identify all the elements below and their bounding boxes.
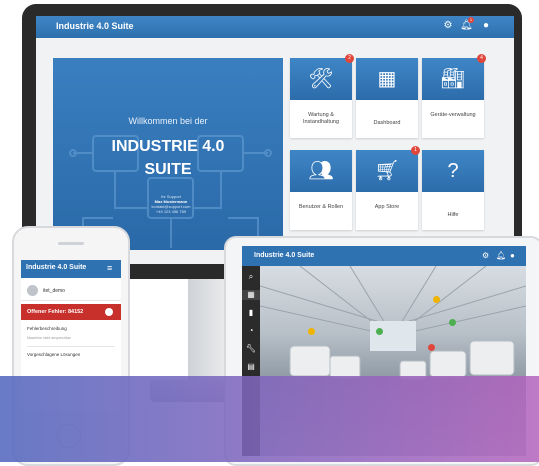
gear-icon[interactable]: ⚙: [482, 251, 489, 260]
status-marker[interactable]: [428, 344, 435, 351]
app-title: Industrie 4.0 Suite: [56, 21, 134, 31]
welcome-subtitle: Willkommen bei der: [128, 116, 208, 126]
tile-badge: 2: [345, 54, 354, 63]
users-icon: 👥︎: [308, 160, 334, 182]
grid-icon: ▦: [377, 68, 397, 90]
notification-badge: 1: [468, 17, 474, 23]
list-item-title[interactable]: Vorgeschlagene Lösungen: [27, 352, 117, 357]
username: itet_demo: [43, 288, 65, 294]
tile-label: Hilfe: [447, 212, 459, 218]
tile-label: App Store: [374, 204, 400, 210]
factory-icon: 🏭︎: [440, 68, 466, 90]
tile-label: Wartung & Instandhaltung: [302, 112, 340, 125]
bell-icon[interactable]: 🔔︎: [496, 251, 506, 260]
divider: [27, 346, 115, 347]
user-icon[interactable]: ●: [510, 251, 515, 260]
tile-label: Benutzer & Rollen: [298, 204, 344, 210]
tile-label: Dashboard: [373, 120, 401, 126]
document-icon[interactable]: ▤: [242, 362, 260, 372]
status-marker[interactable]: [433, 296, 440, 303]
list-item-title[interactable]: Fehlerbeschreibung: [27, 326, 117, 331]
welcome-panel: Willkommen bei der INDUSTRIE 4.0 SUITE I…: [53, 58, 283, 250]
tile-users[interactable]: 👥︎ Benutzer & Rollen: [290, 150, 352, 230]
tile-label: Geräte-verwaltung: [430, 112, 476, 118]
chart-icon[interactable]: ▮: [242, 308, 260, 318]
status-marker[interactable]: [308, 328, 315, 335]
tile-maintenance[interactable]: 🛠︎ Wartung & Instandhaltung 2: [290, 54, 354, 138]
gradient-overlay: [0, 376, 539, 462]
phone-header: Industrie 4.0 Suite ≡: [21, 260, 121, 278]
phone-user-row[interactable]: itet_demo: [21, 282, 121, 301]
phone-app-title: Industrie 4.0 Suite: [26, 264, 87, 271]
user-icon[interactable]: ●: [480, 20, 492, 32]
tile-appstore[interactable]: 🛒︎ App Store 1: [356, 146, 420, 230]
wrench-icon[interactable]: 🔧︎: [242, 344, 260, 354]
avatar: [27, 285, 38, 296]
help-icon: ?: [447, 160, 459, 182]
tablet-app-title: Industrie 4.0 Suite: [254, 252, 315, 259]
hamburger-menu-icon[interactable]: ≡: [107, 263, 112, 273]
gauge-icon[interactable]: ◔: [242, 326, 260, 336]
gear-icon[interactable]: ⚙: [442, 20, 454, 32]
status-marker[interactable]: [449, 319, 456, 326]
tablet-header: Industrie 4.0 Suite ⚙ 🔔︎ ●: [242, 246, 526, 266]
tile-badge: 1: [411, 146, 420, 155]
support-contact: Ihr Support Max Mustermann kontakt@suppo…: [151, 194, 191, 214]
app-header: Industrie 4.0 Suite ⚙ 🔔︎ 1 ●: [36, 16, 514, 38]
tile-devices[interactable]: 🏭︎ Geräte-verwaltung 4: [422, 54, 486, 138]
phone-speaker: [58, 242, 84, 245]
error-banner[interactable]: Offener Fehler: 84152: [21, 304, 121, 320]
list-item-subtitle: Maschine nicht ansprechbar: [27, 336, 71, 340]
tools-icon: 🛠︎: [308, 68, 334, 90]
grid-icon[interactable]: ▦: [242, 290, 260, 300]
tile-dashboard[interactable]: ▦ Dashboard: [356, 58, 418, 138]
tile-help[interactable]: ? Hilfe: [422, 150, 484, 230]
search-icon[interactable]: ⌕: [242, 272, 260, 282]
welcome-title-line1: INDUSTRIE 4.0: [111, 138, 225, 155]
status-marker[interactable]: [376, 328, 383, 335]
error-banner-text: Offener Fehler: 84152: [27, 309, 84, 315]
cart-icon: 🛒︎: [374, 160, 400, 182]
toggle-icon[interactable]: [105, 308, 113, 316]
tile-badge: 4: [477, 54, 486, 63]
welcome-title-line2: SUITE: [144, 161, 192, 178]
